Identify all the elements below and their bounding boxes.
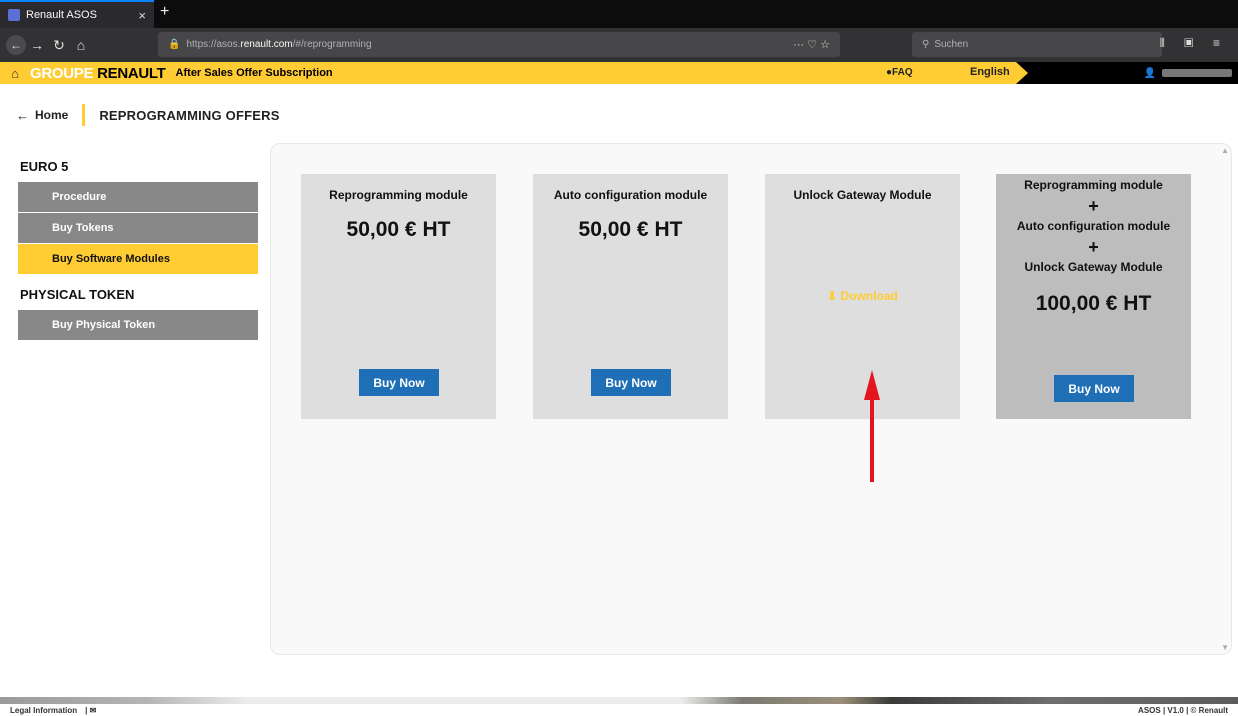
browser-tab[interactable]: Renault ASOS × <box>0 0 154 28</box>
user-icon: 👤 <box>1143 67 1156 79</box>
browser-search-input[interactable]: ⚲ Suchen <box>912 32 1162 57</box>
download-icon: ⬇ <box>827 289 838 303</box>
footer-banner <box>0 697 1238 704</box>
sidebar-section-title-physical-token: PHYSICAL TOKEN <box>20 287 135 302</box>
faq-link[interactable]: ●FAQ <box>886 67 913 78</box>
url-prefix: https://asos. <box>186 39 241 50</box>
bundle-price: 100,00 € HT <box>1035 292 1152 315</box>
buy-now-button[interactable]: Buy Now <box>591 369 671 396</box>
buy-now-button[interactable]: Buy Now <box>1054 375 1134 402</box>
back-arrow-icon[interactable]: ← <box>16 108 29 123</box>
mail-icon[interactable]: | ✉ <box>85 706 96 715</box>
buy-now-button[interactable]: Buy Now <box>359 369 439 396</box>
bundle-line-reprogramming: Reprogramming module <box>1024 178 1163 192</box>
search-icon: ⚲ <box>922 39 930 50</box>
offer-price: 50,00 € HT <box>578 218 683 241</box>
brand-renault: RENAULT <box>97 64 166 82</box>
user-menu[interactable]: 👤 <box>1016 62 1238 84</box>
breadcrumb-separator <box>82 104 86 126</box>
breadcrumb: ← Home REPROGRAMMING OFFERS <box>16 104 280 126</box>
download-link[interactable]: ⬇ Download <box>765 289 960 303</box>
reload-icon[interactable]: ↻ <box>48 37 70 54</box>
search-placeholder: Suchen <box>934 39 969 50</box>
scroll-up-icon[interactable]: ▲ <box>1221 146 1229 155</box>
download-label: Download <box>840 289 898 303</box>
faq-label: FAQ <box>892 67 913 78</box>
tab-title: Renault ASOS <box>26 9 97 21</box>
offer-title: Reprogramming module <box>329 188 468 202</box>
new-tab-button[interactable]: + <box>160 3 169 21</box>
breadcrumb-home[interactable]: Home <box>35 108 68 122</box>
footer: Legal Information | ✉ ASOS | V1.0 | © Re… <box>0 704 1238 716</box>
footer-version: ASOS | V1.0 | © Renault <box>1138 705 1228 715</box>
library-sidebar-menu-icons[interactable]: ⫴ ▣ ≡ <box>1160 36 1228 51</box>
app-home-icon[interactable]: ⌂ <box>0 66 30 81</box>
subscription-link[interactable]: After Sales Offer Subscription <box>176 67 333 79</box>
sidebar-item-procedure[interactable]: Procedure <box>18 182 258 212</box>
forward-icon[interactable]: → <box>26 37 48 53</box>
offer-price: 50,00 € HT <box>346 218 451 241</box>
plus-icon: + <box>1088 196 1099 216</box>
plus-icon: + <box>1088 237 1099 257</box>
tab-close-icon[interactable]: × <box>138 8 146 23</box>
page-actions-icon[interactable]: ··· ♡ ☆ <box>793 38 830 51</box>
language-selector[interactable]: English <box>970 66 1010 78</box>
red-annotation-arrow-icon <box>864 370 880 482</box>
sidebar-section-title-euro5: EURO 5 <box>20 159 69 174</box>
offer-card-reprogramming: Reprogramming module 50,00 € HT Buy Now <box>301 174 496 419</box>
offer-card-bundle: Reprogramming module + Auto configuratio… <box>996 174 1191 419</box>
sidebar-item-buy-tokens[interactable]: Buy Tokens <box>18 213 258 243</box>
browser-tab-bar: Renault ASOS × + <box>0 0 1238 28</box>
brand-groupe: GROUPE <box>30 64 94 82</box>
sidebar-item-buy-software-modules[interactable]: Buy Software Modules <box>18 244 258 274</box>
bundle-line-unlock-gateway: Unlock Gateway Module <box>1024 260 1163 274</box>
back-icon[interactable]: ← <box>6 35 26 55</box>
home-icon[interactable]: ⌂ <box>70 37 92 53</box>
groupe-renault-logo[interactable]: GROUPE RENAULT <box>30 65 166 82</box>
offer-title: Unlock Gateway Module <box>793 188 932 202</box>
url-path: /#/reprogramming <box>292 39 372 50</box>
scroll-down-icon[interactable]: ▼ <box>1221 643 1229 652</box>
legal-information-link[interactable]: Legal Information <box>10 706 77 715</box>
sidebar-item-buy-physical-token[interactable]: Buy Physical Token <box>18 310 258 340</box>
offer-card-auto-configuration: Auto configuration module 50,00 € HT Buy… <box>533 174 728 419</box>
sidebar: EURO 5 Procedure Buy Tokens Buy Software… <box>18 155 258 341</box>
offers-panel[interactable]: ▲ Reprogramming module 50,00 € HT Buy No… <box>270 143 1232 655</box>
lock-icon: 🔒 <box>168 39 181 50</box>
offer-title: Auto configuration module <box>553 188 708 202</box>
user-name-redacted <box>1162 69 1232 77</box>
address-bar[interactable]: 🔒 https://asos. renault.com/#/reprogrammi… <box>158 32 840 57</box>
page-title: REPROGRAMMING OFFERS <box>99 107 280 123</box>
app-header: ⌂ GROUPE RENAULT After Sales Offer Subsc… <box>0 62 1238 84</box>
url-domain: renault.com <box>240 39 293 50</box>
browser-nav-bar: ← → ↻ ⌂ 🔒 https://asos. renault.com/#/rep… <box>0 28 1238 62</box>
bundle-line-auto-configuration: Auto configuration module <box>1016 219 1171 233</box>
renault-favicon-icon <box>8 9 20 21</box>
